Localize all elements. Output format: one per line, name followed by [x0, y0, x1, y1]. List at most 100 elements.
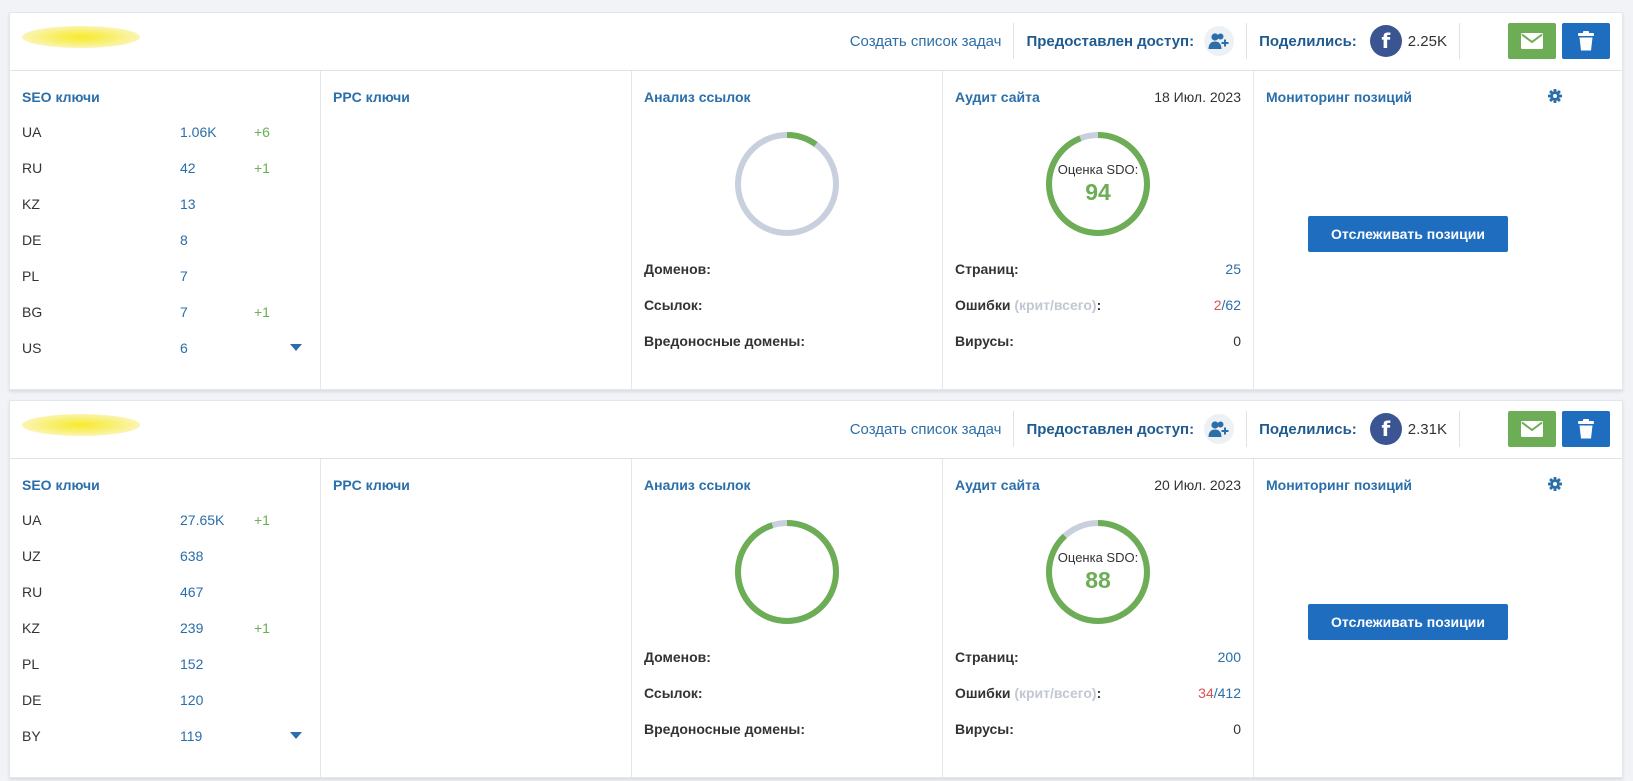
errors-colon: : [1096, 297, 1102, 313]
seo-row: DE 8 [22, 223, 308, 259]
gear-icon[interactable] [1548, 477, 1562, 491]
link-analysis-ring [732, 129, 842, 239]
ppc-keys-title[interactable]: PPC ключи [333, 477, 619, 493]
malicious-domains-row: Вредоносные домены: [644, 721, 930, 741]
seo-keys-title[interactable]: SEO ключи [22, 477, 308, 493]
pages-row: Страниц: 25 [955, 261, 1241, 281]
errors-colon: : [1096, 685, 1102, 701]
seo-keyword-count[interactable]: 27.65K [180, 512, 224, 528]
shared-section: Поделились: f 2.25K [1247, 23, 1472, 59]
seo-keyword-count[interactable]: 152 [180, 656, 203, 672]
shared-count: 2.25K [1407, 32, 1447, 50]
track-positions-button[interactable]: Отслеживать позиции [1308, 604, 1508, 640]
seo-country: KZ [22, 196, 40, 212]
seo-row: DE 120 [22, 683, 308, 719]
site-audit-column: Аудит сайта 18 Июл. 2023 Оценка SDO: 94 … [943, 71, 1254, 389]
site-audit-column: Аудит сайта 20 Июл. 2023 Оценка SDO: 88 … [943, 459, 1254, 777]
ppc-keys-column: PPC ключи [321, 71, 632, 389]
seo-row: UA 27.65K +1 [22, 503, 308, 539]
email-button[interactable] [1508, 411, 1556, 447]
errors-critical[interactable]: 34 [1198, 685, 1214, 701]
seo-keyword-count[interactable]: 42 [180, 160, 196, 176]
pages-row: Страниц: 200 [955, 649, 1241, 669]
header-actions: Создать список задач Предоставлен доступ… [850, 410, 1610, 448]
seo-keyword-count[interactable]: 7 [180, 268, 188, 284]
seo-delta: +1 [254, 304, 270, 320]
seo-country: PL [22, 268, 40, 284]
add-user-button[interactable] [1204, 26, 1235, 56]
malicious-domains-label: Вредоносные домены: [644, 721, 806, 737]
position-monitoring-title[interactable]: Мониторинг позиций [1266, 89, 1564, 105]
seo-country: PL [22, 656, 40, 672]
seo-keyword-count[interactable]: 8 [180, 232, 188, 248]
seo-keyword-count[interactable]: 239 [180, 620, 203, 636]
link-analysis-title[interactable]: Анализ ссылок [644, 89, 930, 105]
track-positions-button[interactable]: Отслеживать позиции [1308, 216, 1508, 252]
viruses-row: Вирусы: 0 [955, 721, 1241, 741]
errors-critical[interactable]: 2 [1214, 297, 1222, 313]
seo-keyword-count[interactable]: 6 [180, 340, 188, 356]
seo-delta: +1 [254, 160, 270, 176]
domains-label: Доменов: [644, 649, 711, 665]
project-card: Создать список задач Предоставлен доступ… [9, 400, 1623, 778]
seo-keyword-count[interactable]: 467 [180, 584, 203, 600]
pages-value[interactable]: 25 [1225, 261, 1241, 277]
project-name-redacted[interactable] [22, 414, 140, 436]
position-monitoring-title[interactable]: Мониторинг позиций [1266, 477, 1564, 493]
viruses-label: Вирусы: [955, 333, 1014, 349]
access-label: Предоставлен доступ: [1026, 420, 1195, 438]
seo-keyword-count[interactable]: 13 [180, 196, 196, 212]
seo-country: DE [22, 232, 42, 248]
seo-keyword-count[interactable]: 1.06K [180, 124, 217, 140]
project-header: Создать список задач Предоставлен доступ… [10, 13, 1622, 71]
seo-country: BY [22, 728, 41, 744]
seo-row: PL 152 [22, 647, 308, 683]
gear-icon[interactable] [1548, 89, 1562, 103]
seo-keyword-count[interactable]: 120 [180, 692, 203, 708]
link-analysis-title[interactable]: Анализ ссылок [644, 477, 930, 493]
sdo-score-label: Оценка SDO: [1057, 550, 1139, 565]
viruses-value: 0 [1233, 333, 1241, 349]
trash-icon [1578, 31, 1594, 51]
add-user-icon [1208, 421, 1229, 437]
sdo-score-label: Оценка SDO: [1057, 162, 1139, 177]
pages-value[interactable]: 200 [1218, 649, 1241, 665]
seo-row: RU 42 +1 [22, 151, 308, 187]
expand-chevron-down-icon[interactable] [290, 732, 302, 739]
sdo-score-center: Оценка SDO: 94 [1043, 129, 1153, 239]
errors-label: Ошибки [955, 685, 1011, 701]
mail-icon [1521, 421, 1543, 437]
add-user-button[interactable] [1204, 414, 1235, 444]
seo-keyword-count[interactable]: 7 [180, 304, 188, 320]
create-task-list-link[interactable]: Создать список задач [850, 33, 1014, 50]
access-section: Предоставлен доступ: [1014, 26, 1246, 56]
seo-row: BG 7 +1 [22, 295, 308, 331]
sdo-score-value: 94 [1085, 179, 1111, 205]
seo-row: KZ 239 +1 [22, 611, 308, 647]
pages-label: Страниц: [955, 261, 1019, 277]
create-task-list-link[interactable]: Создать список задач [850, 421, 1014, 438]
project-body: SEO ключи UA 1.06K +6 RU 42 +1 KZ 13 DE 8 PL 7 … [10, 71, 1622, 389]
errors-total[interactable]: 62 [1225, 297, 1241, 313]
viruses-label: Вирусы: [955, 721, 1014, 737]
project-name-redacted[interactable] [22, 26, 140, 48]
errors-hint: (крит/всего) [1014, 685, 1097, 701]
ppc-keys-title[interactable]: PPC ключи [333, 89, 619, 105]
project-body: SEO ключи UA 27.65K +1 UZ 638 RU 467 KZ 239 +1… [10, 459, 1622, 777]
delete-button[interactable] [1562, 411, 1610, 447]
expand-chevron-down-icon[interactable] [290, 344, 302, 351]
email-button[interactable] [1508, 23, 1556, 59]
seo-row: US 6 [22, 331, 308, 367]
seo-keyword-count[interactable]: 638 [180, 548, 203, 564]
sdo-score-ring: Оценка SDO: 94 [1043, 129, 1153, 239]
seo-keyword-count[interactable]: 119 [180, 728, 202, 744]
project-card: Создать список задач Предоставлен доступ… [9, 12, 1623, 390]
seo-country: US [22, 340, 42, 356]
seo-keys-title[interactable]: SEO ключи [22, 89, 308, 105]
errors-total[interactable]: 412 [1218, 685, 1241, 701]
delete-button[interactable] [1562, 23, 1610, 59]
access-section: Предоставлен доступ: [1014, 414, 1246, 444]
domains-row: Доменов: [644, 649, 930, 669]
seo-row: BY 119 [22, 719, 308, 755]
shared-label: Поделились: [1259, 420, 1357, 438]
